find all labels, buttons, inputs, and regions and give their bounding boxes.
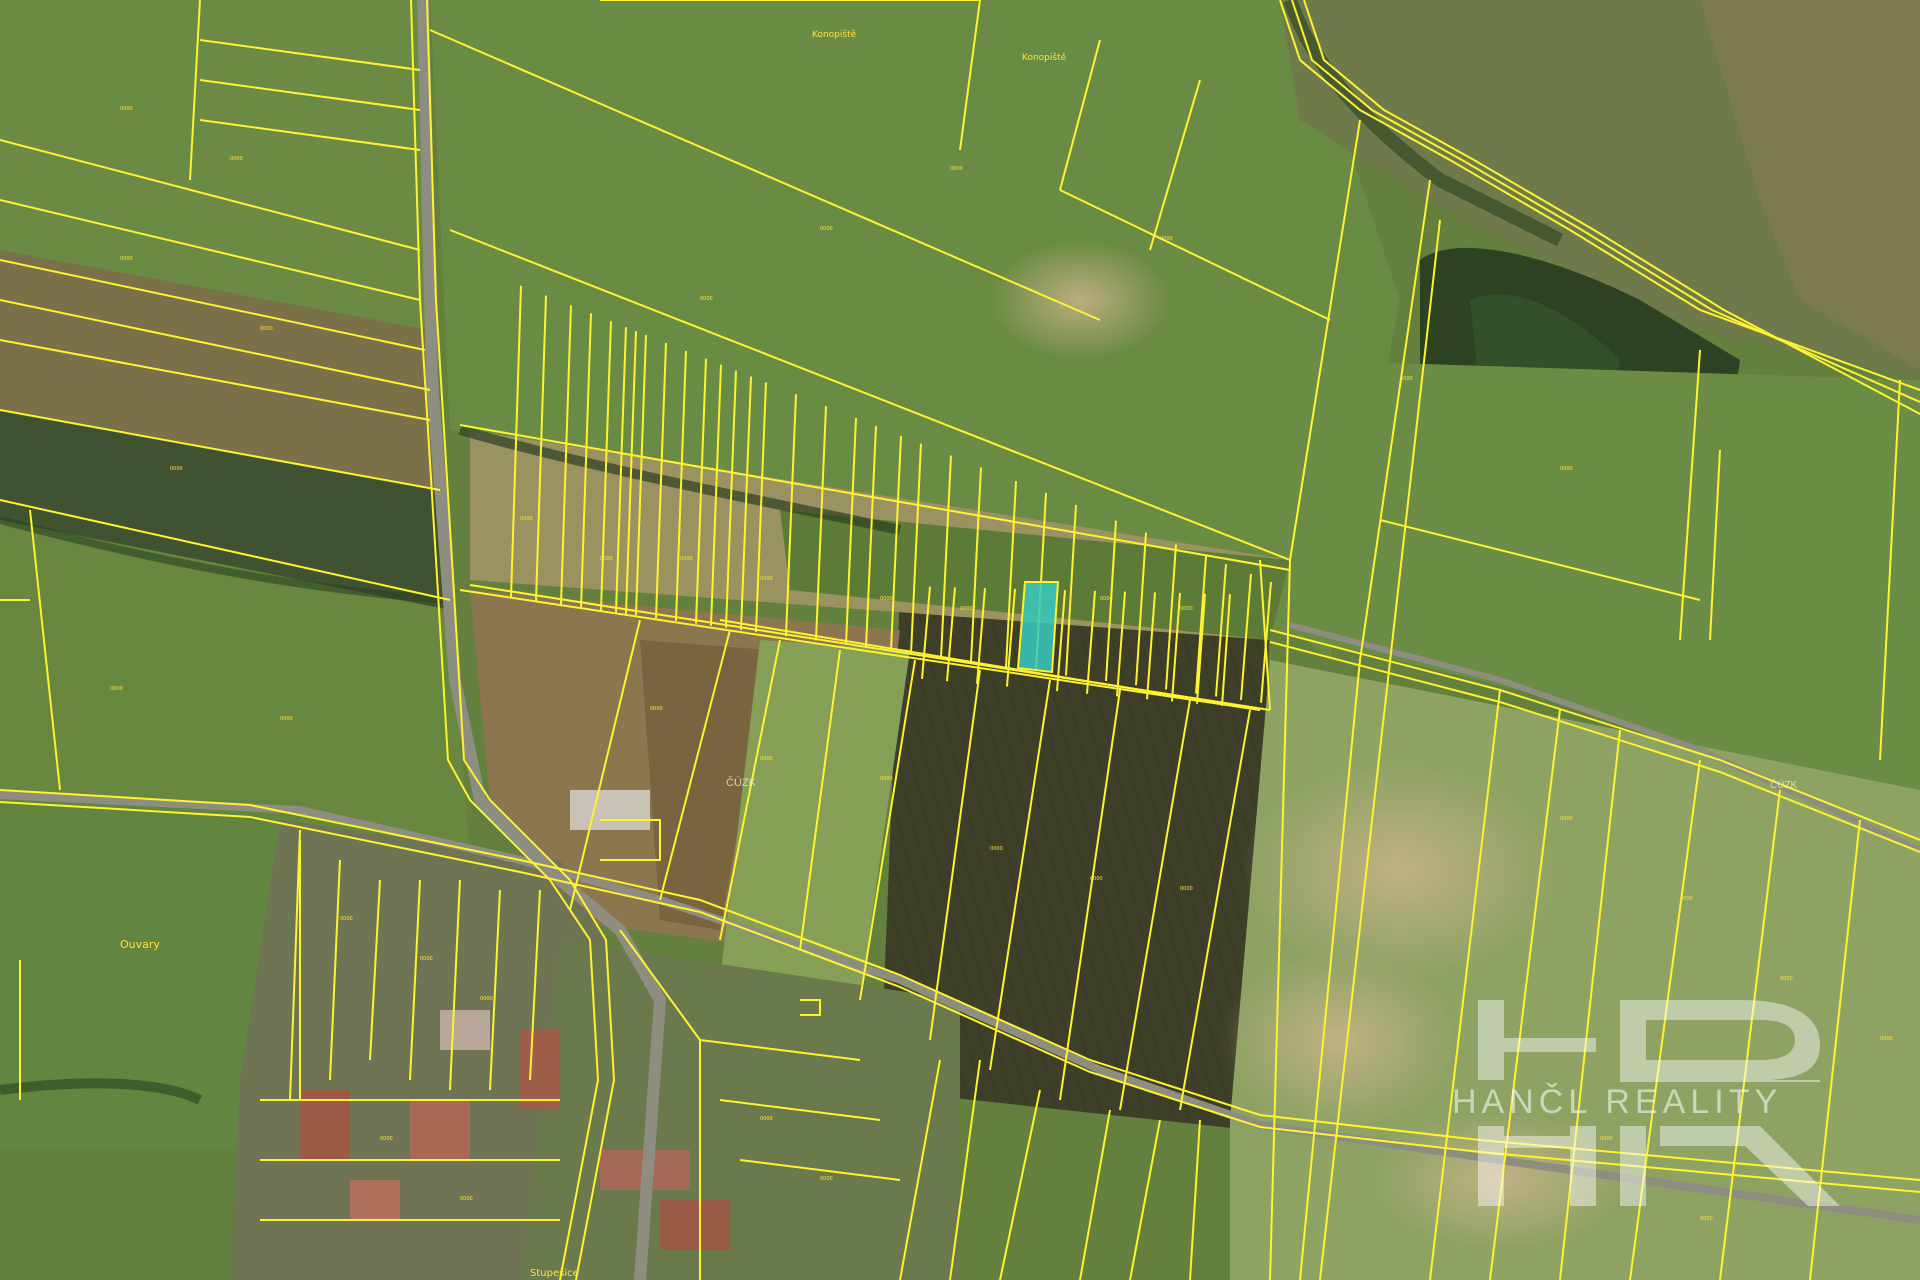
parcel-number: 0000 [1400,376,1413,382]
label-konopiste-1: Konopiště [812,29,857,40]
parcel-number: 0000 [820,226,833,232]
parcel-number: 0000 [1880,1036,1893,1042]
parcel-number: 0000 [340,916,353,922]
parcel-number: 0000 [1180,886,1193,892]
parcel-number: 0000 [1100,596,1113,602]
parcel-number: 0000 [760,1116,773,1122]
label-cuzk-1: ČÚZK [726,776,757,789]
label-konopiste-2: Konopiště [1022,52,1067,63]
parcel-number: 0000 [120,256,133,262]
parcel-number: 0000 [420,956,433,962]
parcel-number: 0000 [960,606,973,612]
highlighted-parcel[interactable] [1016,581,1060,674]
parcel-number: 0000 [880,776,893,782]
parcel-number: 0000 [480,996,493,1002]
parcel-number: 0000 [950,166,963,172]
parcel-number: 0000 [110,686,123,692]
parcel-number: 0000 [1560,466,1573,472]
label-cuzk-2: ČÚZK [1770,778,1798,791]
parcel-number: 0000 [1180,606,1193,612]
parcel-number: 0000 [280,716,293,722]
parcel-number: 0000 [520,516,533,522]
parcel-number: 0000 [260,326,273,332]
parcel-number: 0000 [680,556,693,562]
parcel-number: 0000 [1700,1216,1713,1222]
parcel-number: 0000 [1680,896,1693,902]
cadastral-map[interactable]: 0000 0000 0000 0000 0000 0000 0000 0000 0000 0000… [0,0,1920,1280]
parcel-number: 0000 [1160,236,1173,242]
parcel-number: 0000 [1090,876,1103,882]
parcel-number: 0000 [380,1136,393,1142]
parcel-number: 0000 [460,1196,473,1202]
parcel-number: 0000 [1600,1136,1613,1142]
parcel-number: 0000 [1780,976,1793,982]
parcel-number: 0000 [820,1176,833,1182]
parcel-number: 0000 [230,156,243,162]
parcel-number: 0000 [170,466,183,472]
parcel-number: 0000 [880,596,893,602]
parcel-number: 0000 [650,706,663,712]
parcel-number: 0000 [1560,816,1573,822]
parcel-number: 0000 [760,576,773,582]
label-ouvary: Ouvary [120,938,160,951]
watermark-text: HANČL REALITY [1452,1083,1782,1121]
parcel-number: 0000 [700,296,713,302]
parcel-number: 0000 [600,556,613,562]
parcel-number: 0000 [120,106,133,112]
parcel-number: 0000 [990,846,1003,852]
parcel-number: 0000 [760,756,773,762]
label-stupesice: Stupešice [530,1267,579,1279]
